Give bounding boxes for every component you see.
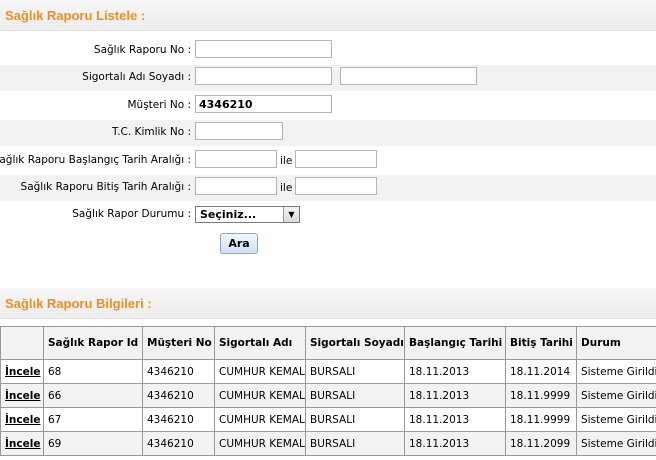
customer-no-cell: 4346210: [142, 431, 215, 456]
end-from-input[interactable]: [195, 177, 277, 195]
end-range-row: Sağlık Raporu Bitiş Tarih Aralığı : ile: [0, 175, 656, 201]
status-select-value: Seçiniz...: [200, 208, 257, 221]
report-no-row: Sağlık Raporu No :: [0, 38, 656, 64]
inspect-link[interactable]: İncele: [5, 390, 40, 402]
tc-no-label: T.C. Kimlik No :: [112, 126, 191, 138]
inspect-link[interactable]: İncele: [5, 366, 40, 378]
inspect-link[interactable]: İncele: [5, 438, 40, 450]
report-id-cell: 69: [43, 431, 143, 456]
column-header-insured-surname: Sigortalı Soyadı: [305, 326, 405, 360]
column-header-customer-no: Müşteri No: [142, 326, 215, 360]
results-section-header: Sağlık Raporu Bilgileri :: [0, 288, 656, 319]
column-header-status: Durum: [576, 326, 656, 360]
insured-surname-cell: BURSALI: [305, 383, 405, 408]
status-label: Sağlık Rapor Durumu :: [72, 208, 191, 220]
search-button[interactable]: Ara: [220, 233, 258, 254]
customer-no-cell: 4346210: [142, 383, 215, 408]
customer-no-input[interactable]: [195, 95, 332, 113]
insured-name-cell: CUMHUR KEMAL: [214, 407, 306, 432]
column-header-start-date: Başlangıç Tarihi: [404, 326, 506, 360]
customer-no-cell: 4346210: [142, 407, 215, 432]
row-action-cell: İncele: [0, 383, 44, 408]
start-range-separator: ile: [280, 155, 293, 167]
insured-first-name-input[interactable]: [195, 67, 332, 85]
insured-surname-cell: BURSALI: [305, 359, 405, 384]
insured-name-cell: CUMHUR KEMAL: [214, 383, 306, 408]
report-no-label: Sağlık Raporu No :: [93, 44, 191, 56]
start-date-cell: 18.11.2013: [404, 431, 506, 456]
insured-last-name-input[interactable]: [340, 67, 477, 85]
row-action-cell: İncele: [0, 407, 44, 432]
tc-no-input[interactable]: [195, 122, 283, 140]
report-id-cell: 67: [43, 407, 143, 432]
status-select[interactable]: Seçiniz... ▼: [195, 206, 300, 223]
row-action-cell: İncele: [0, 359, 44, 384]
end-date-cell: 18.11.9999: [505, 407, 577, 432]
insured-name-cell: CUMHUR KEMAL: [214, 359, 306, 384]
insured-surname-cell: BURSALI: [305, 407, 405, 432]
chevron-down-icon[interactable]: ▼: [283, 207, 299, 222]
table-row: İncele 66 4346210 CUMHUR KEMAL BURSALI 1…: [0, 383, 656, 408]
search-section-title: Sağlık Raporu Listele :: [5, 8, 146, 23]
customer-no-cell: 4346210: [142, 359, 215, 384]
start-to-input[interactable]: [295, 150, 377, 168]
start-range-label: Sağlık Raporu Başlangıç Tarih Aralığı :: [0, 154, 191, 166]
end-date-cell: 18.11.2099: [505, 431, 577, 456]
insured-name-label: Sigortalı Adı Soyadı :: [82, 71, 191, 83]
results-section-title: Sağlık Raporu Bilgileri :: [5, 296, 152, 311]
start-date-cell: 18.11.2013: [404, 407, 506, 432]
column-header-end-date: Bitiş Tarihi: [505, 326, 577, 360]
insured-name-row: Sigortalı Adı Soyadı :: [0, 65, 656, 91]
status-cell: Sisteme Girildi: [576, 359, 656, 384]
start-date-cell: 18.11.2013: [404, 359, 506, 384]
column-header-report-id: Sağlık Rapor Id: [43, 326, 143, 360]
status-cell: Sisteme Girildi: [576, 431, 656, 456]
end-to-input[interactable]: [295, 177, 377, 195]
insured-surname-cell: BURSALI: [305, 431, 405, 456]
customer-no-row: Müşteri No :: [0, 93, 656, 119]
tc-no-row: T.C. Kimlik No :: [0, 120, 656, 146]
report-id-cell: 66: [43, 383, 143, 408]
results-header-row: Sağlık Rapor Id Müşteri No Sigortalı Adı…: [0, 326, 656, 360]
search-section-header: Sağlık Raporu Listele :: [0, 0, 656, 31]
insured-name-cell: CUMHUR KEMAL: [214, 431, 306, 456]
customer-no-label: Müşteri No :: [127, 99, 192, 111]
start-from-input[interactable]: [195, 150, 277, 168]
column-header-insured-name: Sigortalı Adı: [214, 326, 306, 360]
report-no-input[interactable]: [195, 40, 332, 58]
table-row: İncele 67 4346210 CUMHUR KEMAL BURSALI 1…: [0, 407, 656, 432]
end-date-cell: 18.11.9999: [505, 383, 577, 408]
end-range-label: Sağlık Raporu Bitiş Tarih Aralığı :: [20, 181, 191, 193]
table-row: İncele 69 4346210 CUMHUR KEMAL BURSALI 1…: [0, 431, 656, 456]
status-cell: Sisteme Girildi: [576, 407, 656, 432]
inspect-link[interactable]: İncele: [5, 414, 40, 426]
status-row: Sağlık Rapor Durumu : Seçiniz... ▼: [0, 202, 656, 228]
start-date-cell: 18.11.2013: [404, 383, 506, 408]
report-id-cell: 68: [43, 359, 143, 384]
row-action-cell: İncele: [0, 431, 44, 456]
start-range-row: Sağlık Raporu Başlangıç Tarih Aralığı : …: [0, 148, 656, 174]
table-row: İncele 68 4346210 CUMHUR KEMAL BURSALI 1…: [0, 359, 656, 384]
results-table: Sağlık Rapor Id Müşteri No Sigortalı Adı…: [0, 326, 656, 456]
column-header-action: [0, 326, 44, 360]
end-date-cell: 18.11.2014: [505, 359, 577, 384]
end-range-separator: ile: [280, 182, 293, 194]
status-cell: Sisteme Girildi: [576, 383, 656, 408]
